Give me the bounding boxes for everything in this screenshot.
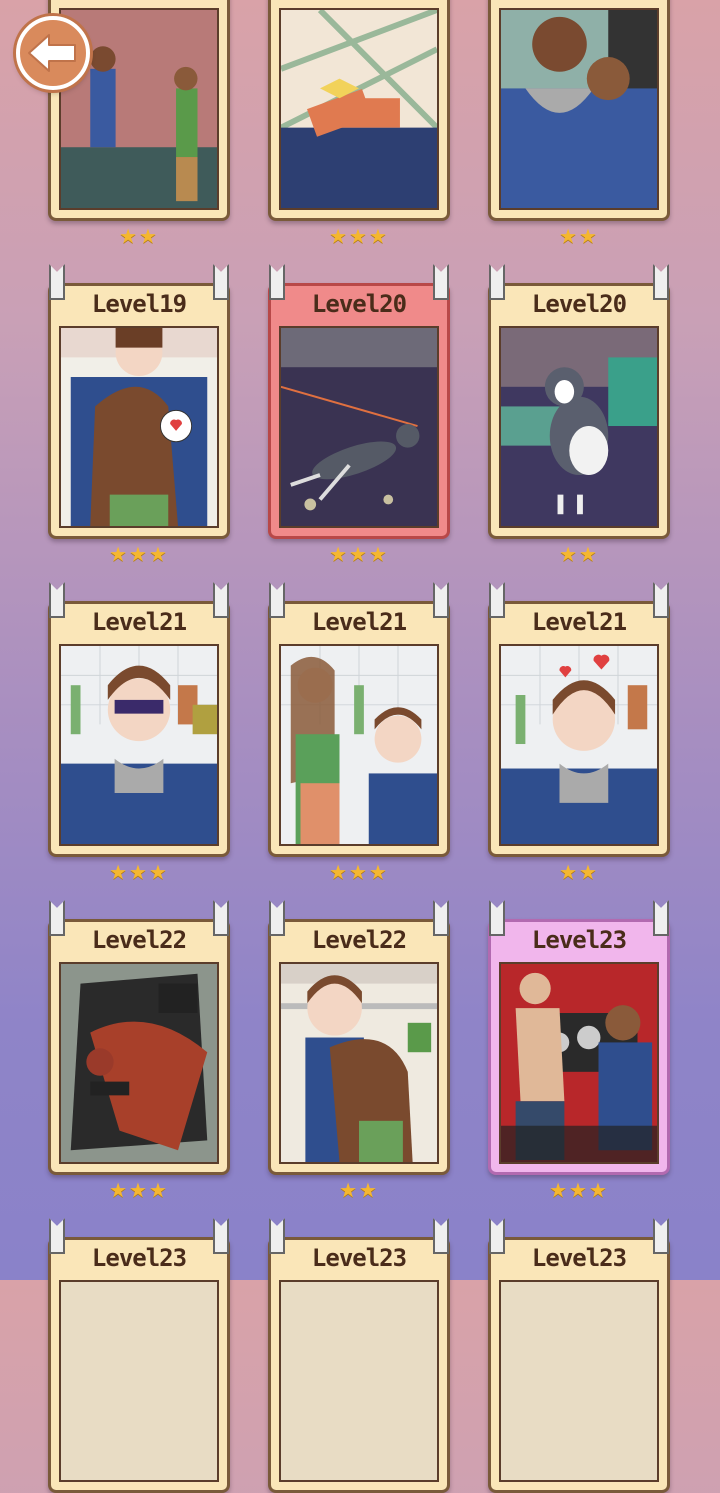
level-title: Level20 <box>531 290 627 318</box>
star-rating: ★★★ <box>109 860 169 884</box>
level-card[interactable]: Level20 <box>268 264 450 539</box>
level-gallery: ★★ ★★★ ★★ Level19 ★★★ Level20 ★★★ Level20 ★★ Leve… <box>0 0 720 1493</box>
back-arrow-icon <box>28 34 76 72</box>
level-card[interactable] <box>488 0 670 221</box>
star-rating: ★★ <box>119 224 159 248</box>
level-illustration <box>279 644 439 846</box>
star-rating: ★★★ <box>329 860 389 884</box>
level-title: Level21 <box>91 608 187 636</box>
level-illustration <box>279 1280 439 1482</box>
level-card[interactable]: Level22 <box>268 900 450 1175</box>
level-title: Level23 <box>531 926 627 954</box>
star-rating: ★★ <box>559 542 599 566</box>
level-illustration <box>59 962 219 1164</box>
level-illustration <box>499 962 659 1164</box>
level-card[interactable]: Level19 <box>48 264 230 539</box>
level-illustration <box>59 644 219 846</box>
star-rating: ★★★ <box>109 1178 169 1202</box>
level-title: Level22 <box>311 926 407 954</box>
level-illustration <box>279 962 439 1164</box>
level-illustration <box>59 1280 219 1482</box>
level-card[interactable]: Level23 <box>488 900 670 1175</box>
star-rating: ★★★ <box>109 542 169 566</box>
level-title: Level23 <box>91 1244 187 1272</box>
star-rating: ★★★ <box>549 1178 609 1202</box>
star-rating: ★★★ <box>329 224 389 248</box>
level-card[interactable]: Level23 <box>268 1218 450 1493</box>
level-card[interactable]: Level20 <box>488 264 670 539</box>
star-rating: ★★ <box>339 1178 379 1202</box>
level-title: Level22 <box>91 926 187 954</box>
level-card[interactable]: Level21 <box>48 582 230 857</box>
level-card[interactable]: Level21 <box>268 582 450 857</box>
star-rating: ★★ <box>559 860 599 884</box>
star-rating: ★★ <box>559 224 599 248</box>
level-title: Level21 <box>311 608 407 636</box>
level-illustration <box>499 326 659 528</box>
level-illustration <box>279 8 439 210</box>
level-card[interactable]: Level22 <box>48 900 230 1175</box>
level-illustration <box>499 644 659 846</box>
level-title: Level23 <box>531 1244 627 1272</box>
level-title: Level23 <box>311 1244 407 1272</box>
level-card[interactable] <box>268 0 450 221</box>
level-title: Level21 <box>531 608 627 636</box>
level-illustration <box>499 1280 659 1482</box>
star-rating: ★★★ <box>329 542 389 566</box>
level-title: Level20 <box>311 290 407 318</box>
level-card[interactable]: Level23 <box>48 1218 230 1493</box>
level-illustration <box>59 326 219 528</box>
level-card[interactable]: Level21 <box>488 582 670 857</box>
level-illustration <box>499 8 659 210</box>
level-title: Level19 <box>91 290 187 318</box>
level-illustration <box>279 326 439 528</box>
back-button[interactable] <box>16 16 90 90</box>
level-card[interactable]: Level23 <box>488 1218 670 1493</box>
